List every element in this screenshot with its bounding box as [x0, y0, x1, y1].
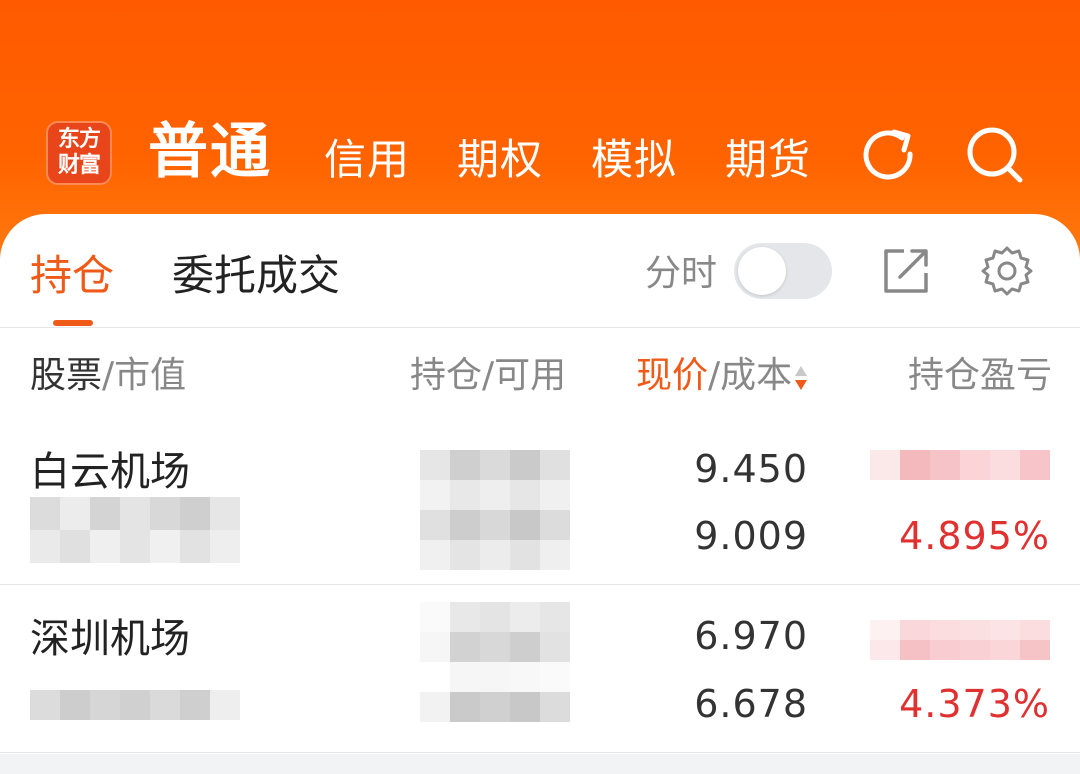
app-logo[interactable]: 东方 财富: [46, 121, 112, 185]
stock-name[interactable]: 白云机场: [30, 444, 190, 500]
logo-line-2: 财富: [57, 153, 101, 178]
col-position-available[interactable]: 持仓/可用: [410, 352, 566, 400]
settings-icon[interactable]: [981, 245, 1033, 297]
tab-credit[interactable]: 信用: [324, 130, 410, 190]
tab-options[interactable]: 期权: [457, 130, 543, 190]
divider: [0, 327, 1080, 328]
pnl-percent: 4.895%: [899, 514, 1050, 558]
col-cost-label: /成本: [708, 355, 793, 396]
current-price: 9.450: [694, 447, 808, 491]
col-stock-market-value[interactable]: 股票/市值: [30, 352, 186, 400]
position-redacted: [420, 602, 570, 722]
position-redacted: [420, 450, 570, 570]
market-value-redacted: [30, 497, 240, 563]
col-stock-label: 股票: [30, 355, 103, 396]
tab-holdings[interactable]: 持仓: [30, 248, 114, 304]
market-value-redacted: [30, 690, 240, 720]
tab-normal[interactable]: 普通: [148, 112, 272, 192]
intraday-toggle[interactable]: [734, 243, 832, 299]
logo-line-1: 东方: [57, 127, 101, 152]
cost-price: 6.678: [694, 682, 808, 726]
sort-icon[interactable]: [793, 364, 809, 392]
current-price: 6.970: [694, 614, 808, 658]
toggle-knob: [738, 247, 786, 295]
tab-futures[interactable]: 期货: [725, 130, 811, 190]
pnl-percent: 4.373%: [899, 682, 1050, 726]
col-price-cost[interactable]: 现价/成本: [636, 352, 792, 400]
row-divider: [0, 584, 1080, 585]
refresh-icon[interactable]: [858, 124, 922, 188]
stock-name[interactable]: 深圳机场: [30, 611, 190, 667]
pnl-amount-redacted: [870, 450, 1050, 480]
intraday-label: 分时: [645, 253, 718, 294]
list-bottom-divider: [0, 752, 1080, 753]
share-icon[interactable]: [880, 245, 932, 297]
search-icon[interactable]: [962, 124, 1026, 188]
pnl-amount-redacted: [870, 620, 1050, 660]
tab-active-indicator: [53, 320, 93, 326]
tab-simulated[interactable]: 模拟: [591, 130, 677, 190]
col-price-label: 现价: [636, 355, 709, 396]
tab-orders-trades[interactable]: 委托成交: [172, 248, 340, 304]
cost-price: 9.009: [694, 514, 808, 558]
col-market-value-label: /市值: [102, 355, 187, 396]
col-position-pnl[interactable]: 持仓盈亏: [908, 352, 1050, 400]
